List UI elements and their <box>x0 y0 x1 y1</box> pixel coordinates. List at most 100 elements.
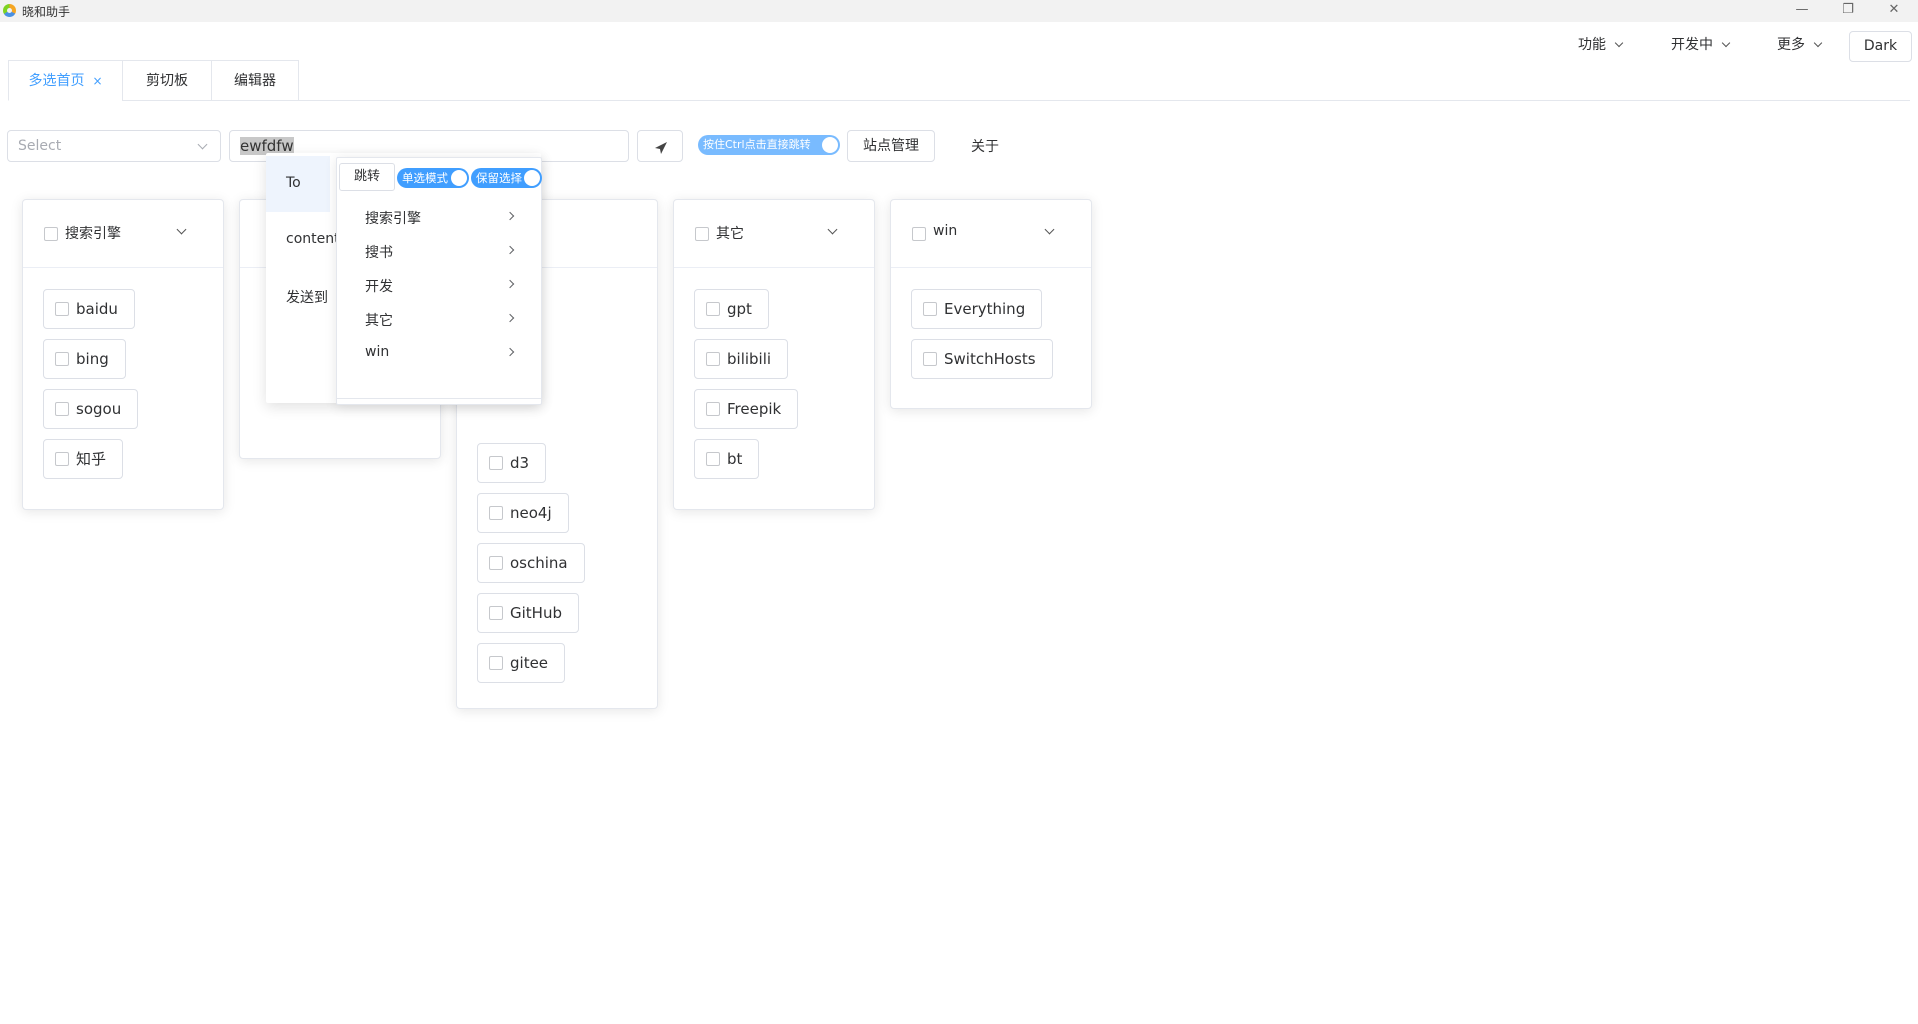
item-label: SwitchHosts <box>944 350 1036 368</box>
site-checkbox-item[interactable]: GitHub <box>477 593 579 633</box>
site-checkbox-item[interactable]: neo4j <box>477 493 569 533</box>
card-title: 搜索引擎 <box>65 226 121 242</box>
jump-button[interactable]: 跳转 <box>339 163 395 191</box>
site-checkbox-item[interactable]: gitee <box>477 643 566 683</box>
checkbox[interactable] <box>489 606 503 620</box>
card-search-engine: 搜索引擎 baidu bing sogou 知乎 <box>22 199 224 510</box>
site-checkbox-item[interactable]: baidu <box>43 289 135 329</box>
card-header[interactable]: 其它 <box>674 200 874 268</box>
menu-in-development[interactable]: 开发中 <box>1671 34 1731 54</box>
menu-function[interactable]: 功能 <box>1578 34 1624 54</box>
submenu-item-win[interactable]: win <box>365 344 515 360</box>
single-mode-switch[interactable]: 单选模式 <box>397 168 469 188</box>
select-placeholder: Select <box>18 138 62 154</box>
chevron-down-icon[interactable] <box>1044 224 1055 235</box>
context-menu-to[interactable]: To <box>286 175 301 191</box>
tab-multi-select-home[interactable]: 多选首页 × <box>8 60 123 101</box>
chevron-down-icon <box>197 139 208 150</box>
chevron-right-icon <box>505 211 515 221</box>
submenu-label: 开发 <box>365 279 393 295</box>
checkbox[interactable] <box>923 302 937 316</box>
menu-more-label: 更多 <box>1777 37 1805 53</box>
dark-mode-button[interactable]: Dark <box>1849 31 1912 62</box>
site-checkbox-item[interactable]: SwitchHosts <box>911 339 1053 379</box>
item-label: baidu <box>76 300 118 318</box>
ctrl-click-jump-switch[interactable]: 按住Ctrl点击直接跳转 <box>698 135 840 155</box>
submenu-item-search-engine[interactable]: 搜索引擎 <box>365 208 515 228</box>
checkbox[interactable] <box>55 402 69 416</box>
switch-label: 单选模式 <box>402 171 448 185</box>
site-checkbox-item[interactable]: d3 <box>477 443 547 483</box>
menu-function-label: 功能 <box>1578 37 1606 53</box>
item-label: sogou <box>76 400 122 418</box>
checkbox[interactable] <box>55 352 69 366</box>
submenu-item-development[interactable]: 开发 <box>365 276 515 296</box>
card-win: win Everything SwitchHosts <box>890 199 1092 409</box>
group-checkbox[interactable] <box>44 227 58 241</box>
switch-label: 按住Ctrl点击直接跳转 <box>703 138 811 151</box>
keep-selection-switch[interactable]: 保留选择 <box>471 168 542 188</box>
send-icon <box>655 142 667 154</box>
checkbox[interactable] <box>706 452 720 466</box>
site-checkbox-item[interactable]: bt <box>694 439 760 479</box>
checkbox[interactable] <box>489 656 503 670</box>
menu-more[interactable]: 更多 <box>1777 34 1823 54</box>
group-checkbox[interactable] <box>695 227 709 241</box>
checkbox[interactable] <box>923 352 937 366</box>
item-label: Freepik <box>727 400 782 418</box>
item-label: neo4j <box>510 504 552 522</box>
chevron-down-icon <box>1813 38 1823 48</box>
tab-clipboard[interactable]: 剪切板 <box>122 60 212 101</box>
checkbox[interactable] <box>706 302 720 316</box>
submenu-item-other[interactable]: 其它 <box>365 310 515 330</box>
item-label: oschina <box>510 554 568 572</box>
item-label: bt <box>727 450 743 468</box>
site-checkbox-item[interactable]: oschina <box>477 543 585 583</box>
restore-button[interactable]: ❐ <box>1826 0 1870 22</box>
checkbox[interactable] <box>706 402 720 416</box>
switch-knob <box>451 170 467 186</box>
checkbox[interactable] <box>489 556 503 570</box>
site-checkbox-item[interactable]: bing <box>43 339 126 379</box>
card-title: win <box>933 223 958 239</box>
chevron-right-icon <box>505 347 515 357</box>
chevron-right-icon <box>505 279 515 289</box>
checkbox[interactable] <box>55 452 69 466</box>
site-manage-button[interactable]: 站点管理 <box>847 130 935 162</box>
site-checkbox-item[interactable]: Freepik <box>694 389 799 429</box>
context-menu-send-to[interactable]: 发送到 <box>286 287 328 307</box>
chevron-down-icon[interactable] <box>176 224 187 235</box>
item-label: gpt <box>727 300 752 318</box>
chevron-right-icon <box>505 313 515 323</box>
chevron-down-icon <box>1614 38 1624 48</box>
tab-label: 多选首页 <box>28 73 85 89</box>
send-button[interactable] <box>637 130 683 162</box>
tab-editor[interactable]: 编辑器 <box>211 60 299 101</box>
card-other: 其它 gpt bilibili Freepik bt <box>673 199 875 510</box>
card-header[interactable]: win <box>891 200 1091 268</box>
site-checkbox-item[interactable]: Everything <box>911 289 1043 329</box>
context-menu-content[interactable]: content <box>286 231 340 247</box>
card-header[interactable]: 搜索引擎 <box>23 200 223 268</box>
submenu-item-book-search[interactable]: 搜书 <box>365 242 515 262</box>
checkbox[interactable] <box>489 506 503 520</box>
site-checkbox-item[interactable]: bilibili <box>694 339 789 379</box>
about-link[interactable]: 关于 <box>971 136 999 156</box>
close-window-button[interactable]: ✕ <box>1872 0 1916 22</box>
site-checkbox-item[interactable]: sogou <box>43 389 139 429</box>
checkbox[interactable] <box>489 456 503 470</box>
submenu-panel: 跳转 单选模式 保留选择 搜索引擎 搜书 开发 其它 win <box>336 157 542 405</box>
item-label: d3 <box>510 454 530 472</box>
close-icon[interactable]: × <box>92 74 102 88</box>
site-checkbox-item[interactable]: 知乎 <box>43 439 124 479</box>
chevron-down-icon[interactable] <box>827 224 838 235</box>
site-checkbox-item[interactable]: gpt <box>694 289 769 329</box>
app-title: 晓和助手 <box>22 5 71 19</box>
switch-knob <box>822 137 838 153</box>
checkbox[interactable] <box>55 302 69 316</box>
checkbox[interactable] <box>706 352 720 366</box>
category-select[interactable]: Select <box>7 130 221 162</box>
minimize-button[interactable]: — <box>1780 0 1824 22</box>
group-checkbox[interactable] <box>912 227 926 241</box>
submenu-label: win <box>365 344 390 360</box>
